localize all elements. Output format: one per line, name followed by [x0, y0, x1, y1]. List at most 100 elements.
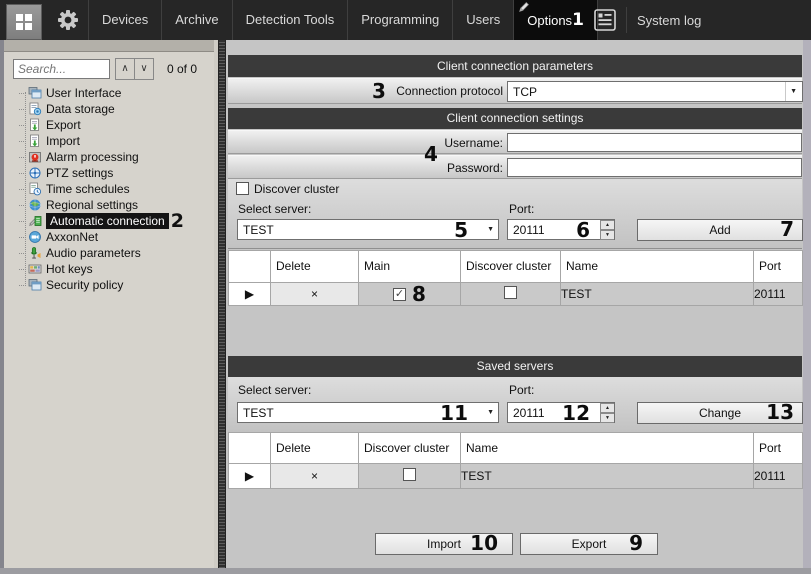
- tab-archive[interactable]: Archive: [161, 0, 231, 40]
- export-button[interactable]: Export 9: [520, 533, 658, 555]
- main-checkbox[interactable]: ✓: [393, 288, 406, 301]
- sidebar-item-automatic-connection[interactable]: Automatic connection 2: [4, 213, 214, 229]
- app-menu-button[interactable]: [6, 4, 42, 40]
- tree-connector: [19, 205, 26, 206]
- tab-devices[interactable]: Devices: [88, 0, 161, 40]
- tab-label: Archive: [175, 12, 218, 27]
- export-button-label: Export: [572, 537, 607, 551]
- delete-column-header: Delete: [271, 251, 359, 283]
- tree-connector: [19, 221, 26, 222]
- delete-column-header: Delete: [271, 433, 359, 464]
- window-bottom-border: [0, 568, 811, 574]
- sidebar-item-audio-parameters[interactable]: Audio parameters: [4, 245, 214, 261]
- port-spinner[interactable]: 20111 6 ▲ ▼: [507, 219, 615, 240]
- connection-protocol-row: 3 Connection protocol TCP ▼: [228, 78, 802, 104]
- spin-up-button[interactable]: ▲: [600, 403, 614, 413]
- delete-row-button[interactable]: ×: [271, 283, 359, 306]
- name-column-header: Name: [561, 251, 754, 283]
- name-cell: TEST: [561, 283, 754, 306]
- tab-label: Options: [527, 13, 572, 28]
- saved-port-spinner[interactable]: 20111 12 ▲ ▼: [507, 402, 615, 423]
- sidebar-item-import[interactable]: Import: [4, 133, 214, 149]
- port-column-header: Port: [754, 251, 803, 283]
- row-selector-cell[interactable]: ▶: [229, 283, 271, 306]
- tab-system-log[interactable]: System log: [637, 13, 701, 28]
- tab-detection-tools[interactable]: Detection Tools: [232, 0, 348, 40]
- change-button-label: Change: [699, 406, 741, 420]
- sidebar-item-label: Import: [46, 134, 80, 148]
- discover-checkbox[interactable]: [403, 468, 416, 481]
- search-next-button[interactable]: ∨: [134, 58, 154, 80]
- add-button[interactable]: Add 7: [637, 219, 803, 241]
- main-checkbox-cell: ✓8: [359, 283, 461, 306]
- delete-row-button[interactable]: ×: [271, 464, 359, 489]
- client-connection-settings-header: Client connection settings: [228, 108, 802, 129]
- port-label: Port:: [509, 202, 534, 216]
- sidebar-item-ptz-settings[interactable]: PTZ settings: [4, 165, 214, 181]
- chevron-down-icon: ▼: [487, 226, 494, 233]
- spin-up-button[interactable]: ▲: [600, 220, 614, 230]
- data-storage-icon: [28, 102, 42, 116]
- row-selector-icon: ▶: [245, 287, 254, 301]
- sidebar-item-hot-keys[interactable]: Hot keys: [4, 261, 214, 277]
- import-icon: [28, 134, 42, 148]
- sidebar-item-label: Automatic connection: [46, 213, 169, 229]
- user-interface-icon: [28, 86, 42, 100]
- sidebar-item-label: PTZ settings: [46, 166, 113, 180]
- tab-users[interactable]: Users: [452, 0, 513, 40]
- system-log-icon[interactable]: [592, 7, 618, 33]
- chevron-down-icon: ▼: [487, 409, 494, 416]
- sidebar-item-user-interface[interactable]: User Interface: [4, 85, 214, 101]
- annotation-7: 7: [780, 219, 794, 239]
- row-selector-cell[interactable]: ▶: [229, 464, 271, 489]
- sidebar-item-axxonnet[interactable]: AxxonNet: [4, 229, 214, 245]
- discover-checkbox[interactable]: [504, 286, 517, 299]
- sidebar-item-export[interactable]: Export: [4, 117, 214, 133]
- annotation-4: 4: [424, 144, 438, 164]
- saved-select-server-value: TEST: [243, 406, 274, 420]
- change-button[interactable]: Change 13: [637, 402, 803, 424]
- search-prev-button[interactable]: ∧: [115, 58, 135, 80]
- username-field[interactable]: [507, 133, 802, 152]
- hot-keys-icon: [28, 262, 42, 276]
- import-button[interactable]: Import 10: [375, 533, 513, 555]
- discover-column-header: Discover cluster: [359, 433, 461, 464]
- row-selector-icon: ▶: [245, 469, 254, 483]
- system-log-group: System log: [578, 0, 701, 40]
- combo-arrow-segment[interactable]: ▼: [785, 82, 802, 101]
- sidebar-item-time-schedules[interactable]: Time schedules: [4, 181, 214, 197]
- port-cell: 20111: [754, 464, 803, 489]
- settings-gear-icon[interactable]: [56, 8, 80, 32]
- chevron-down-icon: ▼: [790, 88, 797, 95]
- alarm-processing-icon: [28, 150, 42, 164]
- select-server-dropdown[interactable]: TEST 5 ▼: [237, 219, 499, 240]
- search-input[interactable]: [13, 59, 110, 79]
- discover-cluster-checkbox[interactable]: [236, 182, 249, 195]
- table-row[interactable]: ▶ × TEST 20111: [229, 464, 803, 489]
- sidebar-item-alarm-processing[interactable]: Alarm processing: [4, 149, 214, 165]
- tree-connector: [19, 93, 26, 94]
- main-tabs: Devices Archive Detection Tools Programm…: [88, 0, 598, 40]
- table-row[interactable]: ▶ × ✓8 TEST 20111: [229, 283, 803, 306]
- select-server-value: TEST: [243, 223, 274, 237]
- sidebar-item-label: Alarm processing: [46, 150, 139, 164]
- name-column-header: Name: [461, 433, 754, 464]
- username-label: Username:: [228, 136, 503, 150]
- port-cell: 20111: [754, 283, 803, 306]
- connection-protocol-select[interactable]: TCP ▼: [507, 81, 803, 102]
- saved-select-server-dropdown[interactable]: TEST 11 ▼: [237, 402, 499, 423]
- delete-icon: ×: [311, 469, 318, 483]
- spin-down-button[interactable]: ▼: [600, 230, 614, 240]
- check-icon: ✓: [395, 288, 404, 300]
- sidebar-item-data-storage[interactable]: Data storage: [4, 101, 214, 117]
- annotation-12: 12: [562, 403, 590, 423]
- sidebar-item-label: Data storage: [46, 102, 115, 116]
- panel-splitter[interactable]: [218, 40, 226, 568]
- spin-down-button[interactable]: ▼: [600, 413, 614, 423]
- time-schedules-icon: [28, 182, 42, 196]
- import-button-label: Import: [427, 537, 461, 551]
- password-field[interactable]: [507, 158, 802, 177]
- port-value: 20111: [513, 223, 545, 237]
- tab-programming[interactable]: Programming: [347, 0, 452, 40]
- sidebar-item-security-policy[interactable]: Security policy: [4, 277, 214, 293]
